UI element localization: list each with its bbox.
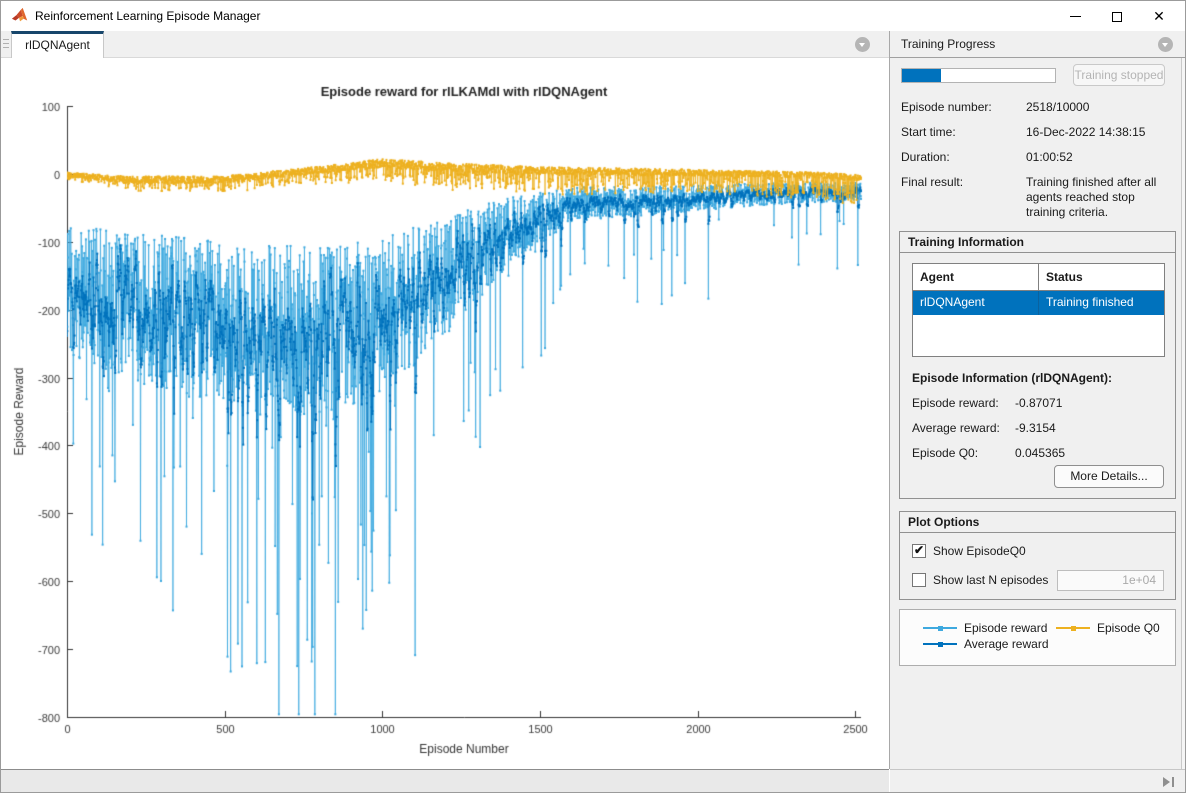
column-agent[interactable]: Agent (913, 264, 1039, 291)
field-label: Start time: (901, 125, 956, 139)
panel-header: Training Progress (890, 31, 1186, 58)
panel-title: Training Progress (901, 31, 995, 57)
minimize-icon (1070, 16, 1081, 17)
training-progress-bar (901, 68, 1056, 83)
title-bar: Reinforcement Learning Episode Manager ✕ (1, 1, 1186, 31)
field-value: Training finished after all agents reach… (1026, 175, 1176, 220)
field-value: -9.3154 (1015, 421, 1165, 436)
field-label: Average reward: (912, 421, 1000, 435)
expand-panel-icon[interactable] (1163, 776, 1177, 788)
field-value: -0.87071 (1015, 396, 1165, 411)
group-title: Plot Options (900, 512, 1175, 533)
field-value: 01:00:52 (1026, 150, 1176, 165)
drag-grip-icon[interactable] (3, 36, 10, 53)
chart-legend: Episode reward Average reward Episode Q0 (899, 609, 1176, 666)
checkbox-label: Show EpisodeQ0 (933, 544, 1026, 559)
figure-area (1, 58, 890, 769)
field-label: Final result: (901, 175, 963, 189)
field-label: Episode number: (901, 100, 992, 114)
n-episodes-input[interactable]: 1e+04 (1057, 570, 1164, 591)
cell-agent: rlDQNAgent (913, 291, 1039, 315)
table-header-row: Agent Status (913, 264, 1165, 291)
average-reward-swatch (923, 643, 957, 645)
field-value: 16-Dec-2022 14:38:15 (1026, 125, 1176, 140)
field-value: 0.045365 (1015, 446, 1165, 461)
field-label: Duration: (901, 150, 950, 164)
field-value: 2518/10000 (1026, 100, 1176, 115)
training-stopped-button[interactable]: Training stopped (1073, 64, 1165, 86)
legend-label: Average reward (964, 637, 1049, 651)
legend-label: Episode Q0 (1097, 621, 1160, 635)
plot-options-group: Plot Options Show EpisodeQ0 Show last N … (899, 511, 1176, 600)
cell-status: Training finished (1039, 291, 1165, 315)
show-episodeq0-checkbox[interactable] (912, 544, 926, 558)
tab-rldqnagent[interactable]: rlDQNAgent (11, 31, 104, 58)
window-title: Reinforcement Learning Episode Manager (35, 1, 260, 31)
training-progress-panel: Training Progress Training stopped Episo… (890, 31, 1186, 769)
table-empty-row (913, 315, 1165, 356)
horizontal-scrollbar[interactable] (1, 769, 889, 793)
show-last-n-episodes-checkbox[interactable] (912, 573, 926, 587)
collapse-tab-panel-icon[interactable] (855, 37, 870, 52)
field-label: Episode Q0: (912, 446, 978, 460)
training-information-group: Training Information Agent Status rlDQNA… (899, 231, 1176, 499)
legend-label: Episode reward (964, 621, 1047, 635)
collapse-progress-panel-icon[interactable] (1158, 37, 1173, 52)
column-status[interactable]: Status (1039, 264, 1165, 291)
episode-reward-swatch (923, 627, 957, 629)
episode-q0-swatch (1056, 627, 1090, 629)
minimize-button[interactable] (1055, 1, 1095, 31)
more-details-button[interactable]: More Details... (1054, 465, 1164, 488)
progress-fill (902, 69, 941, 82)
app-window: Reinforcement Learning Episode Manager ✕… (0, 0, 1186, 793)
tab-label: rlDQNAgent (25, 38, 90, 52)
maximize-button[interactable] (1097, 1, 1137, 31)
field-label: Episode reward: (912, 396, 999, 410)
checkbox-label: Show last N episodes (933, 573, 1048, 588)
reward-chart (1, 58, 890, 769)
agent-status-table: Agent Status rlDQNAgent Training finishe… (912, 263, 1165, 357)
close-icon: ✕ (1153, 8, 1165, 24)
tab-bar: rlDQNAgent (1, 31, 890, 58)
close-button[interactable]: ✕ (1139, 1, 1179, 31)
bottom-right-strip (890, 769, 1186, 793)
episode-info-title: Episode Information (rlDQNAgent): (912, 371, 1112, 385)
panel-scrollbar-track[interactable] (1181, 58, 1186, 769)
maximize-icon (1112, 12, 1122, 22)
matlab-logo-icon (11, 7, 29, 25)
group-title: Training Information (900, 232, 1175, 253)
table-row[interactable]: rlDQNAgent Training finished (913, 291, 1165, 315)
